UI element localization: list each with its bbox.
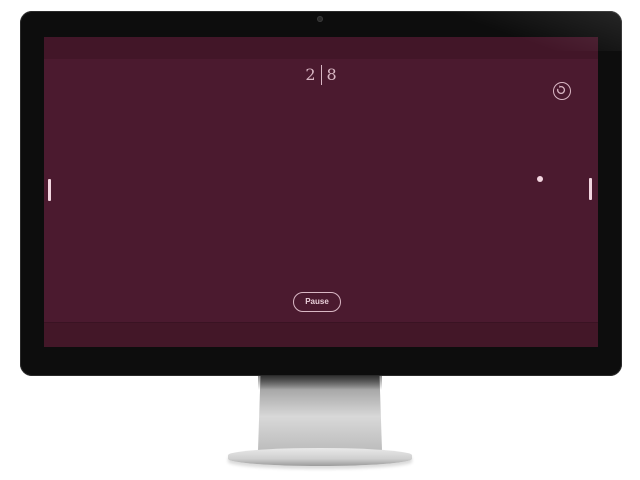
- scoreboard: 28: [44, 64, 598, 86]
- right-paddle[interactable]: [589, 178, 592, 200]
- scene: 28 Pause: [0, 0, 640, 480]
- top-bar: [44, 37, 598, 59]
- monitor-stand-shadow: [258, 376, 382, 390]
- ball: [537, 176, 543, 182]
- score-right: 8: [326, 65, 337, 84]
- monitor-stand-base: [228, 448, 412, 466]
- monitor-bezel: 28 Pause: [20, 11, 622, 376]
- score-divider: [320, 64, 322, 85]
- restart-button[interactable]: [553, 82, 571, 100]
- pause-button[interactable]: Pause: [293, 292, 341, 312]
- score-left: 2: [305, 65, 316, 84]
- camera-dot: [317, 16, 323, 22]
- restart-icon: [557, 85, 566, 95]
- left-paddle[interactable]: [48, 179, 51, 201]
- game-screen[interactable]: 28 Pause: [44, 37, 598, 347]
- bottom-bar: [44, 322, 598, 347]
